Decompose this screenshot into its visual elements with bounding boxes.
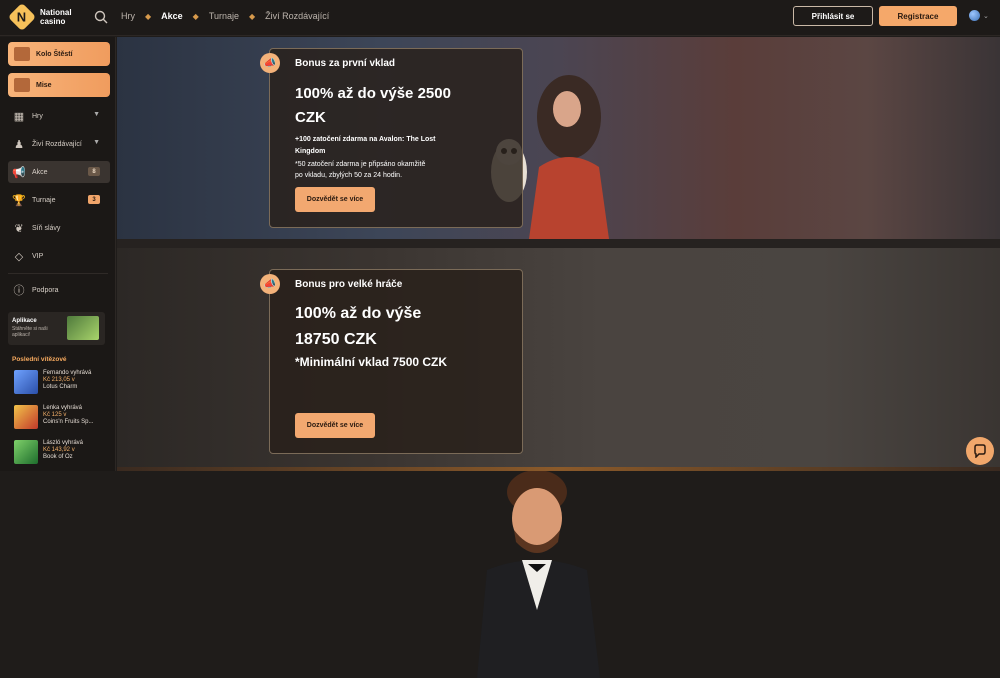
game-thumbnail [14,440,38,464]
promo-banner-first-deposit: 📣 Bonus za první vklad 100% až do výše 2… [117,37,1000,239]
search-icon[interactable] [94,10,108,24]
sidebar-item-promotions[interactable]: 📢 Akce 8 [8,161,110,183]
chevron-down-icon: ▼ [93,111,100,118]
sidebar-item-vip[interactable]: ◇ VIP [8,245,110,267]
promo-note: *50 zatočení zdarma je připsáno okamžitě [295,161,426,168]
wheel-icon [14,47,30,61]
winner-item[interactable]: Fernando vyhrává Kč 213,05 v Lotus Charm [14,370,114,402]
app-subtitle: Stáhněte si naši aplikaci! [12,326,48,338]
sidebar-item-hall-of-fame[interactable]: ❦ Síň slávy [8,217,110,239]
register-button[interactable]: Registrace [879,6,957,26]
chat-support-button[interactable] [966,437,994,465]
chevron-down-icon: ⌄ [983,12,989,20]
sidebar: Kolo Štěstí Mise ▦ Hry ▼ ♟ Živí Rozdávaj… [0,37,116,471]
promo-banner-high-roller [117,248,1000,678]
game-thumbnail [14,370,38,394]
login-button[interactable]: Přihlásit se [793,6,873,26]
sidebar-item-support[interactable]: ⓘ Podpora [8,279,110,301]
promo-card-high-roller: 📣 Bonus pro velké hráče 100% až do výše … [260,269,523,454]
promo-detail: +100 zatočení zdarma na Avalon: The Lost [295,136,436,143]
diamond-icon: ◇ [14,250,24,263]
chest-icon [14,78,30,92]
trophy-icon: 🏆 [12,194,26,207]
wheel-of-fortune-button[interactable]: Kolo Štěstí [8,42,110,66]
app-title: Aplikace [12,318,37,324]
main-content: 📣 Bonus za první vklad 100% až do výše 2… [117,37,1000,678]
sidebar-item-games[interactable]: ▦ Hry ▼ [8,105,110,127]
promo-card-first-deposit: 📣 Bonus za první vklad 100% až do výše 2… [260,48,523,228]
nav-item-games[interactable]: Hry [121,11,135,21]
next-banner-edge [117,467,1000,471]
language-selector[interactable]: ⌄ [969,10,989,21]
nav-item-tournaments[interactable]: Turnaje [209,11,239,21]
nav-item-promotions[interactable]: Akce [161,11,183,21]
megaphone-icon: 📣 [260,53,280,73]
app-phone-image [67,316,99,340]
games-icon: ▦ [13,110,25,123]
gentleman-illustration [477,470,600,678]
missions-button[interactable]: Mise [8,73,110,97]
main-nav: Hry ◆ Akce ◆ Turnaje ◆ Živí Rozdávající [121,11,329,21]
dealer-icon: ♟ [14,138,24,151]
sidebar-item-tournaments[interactable]: 🏆 Turnaje 3 [8,189,110,211]
promo-headline: CZK [295,109,326,126]
winner-item[interactable]: Lenka vyhrává Kč 125 v Coins'n Fruits Sp… [14,405,114,437]
logo-text: National casino [40,8,72,26]
nav-separator-icon: ◆ [192,11,199,21]
promo-label: Bonus za první vklad [295,58,396,69]
tournaments-count-badge: 3 [88,195,100,204]
promotions-count-badge: 8 [88,167,100,176]
nav-separator-icon: ◆ [249,11,256,21]
top-bar: N National casino Hry ◆ Akce ◆ Turnaje ◆… [0,0,1000,36]
sidebar-item-live-dealers[interactable]: ♟ Živí Rozdávající ▼ [8,133,110,155]
nav-item-live-dealers[interactable]: Živí Rozdávající [265,11,329,21]
globe-icon [969,10,980,21]
winner-item[interactable]: László vyhrává Kč 143,92 v Book of Oz [14,440,114,472]
promo-headline: 18750 CZK [295,331,377,348]
nav-separator-icon: ◆ [145,11,152,21]
megaphone-icon: 📢 [12,166,26,179]
promo-note: po vkladu, zbylých 50 za 24 hodin. [295,172,403,179]
promo-note: *Minimální vklad 7500 CZK [295,355,448,369]
laurel-icon: ❦ [14,222,24,235]
chat-icon [974,444,986,458]
sidebar-divider [8,273,108,274]
promo-label: Bonus pro velké hráče [295,279,403,290]
game-thumbnail [14,405,38,429]
logo-mark: N [7,2,37,32]
megaphone-icon: 📣 [260,274,280,294]
app-download-card[interactable]: Aplikace Stáhněte si naši aplikaci! [8,312,105,345]
promo-headline: 100% až do výše [295,305,422,322]
recent-winners-title: Poslední vítězové [12,356,67,363]
learn-more-button[interactable]: Dozvědět se více [295,187,375,212]
promo-detail: Kingdom [295,148,326,155]
promo-headline: 100% až do výše 2500 [295,85,451,102]
help-icon: ⓘ [13,285,25,297]
learn-more-button[interactable]: Dozvědět se více [295,413,375,438]
chevron-down-icon: ▼ [93,139,100,146]
brand-logo[interactable]: N National casino [7,2,72,32]
